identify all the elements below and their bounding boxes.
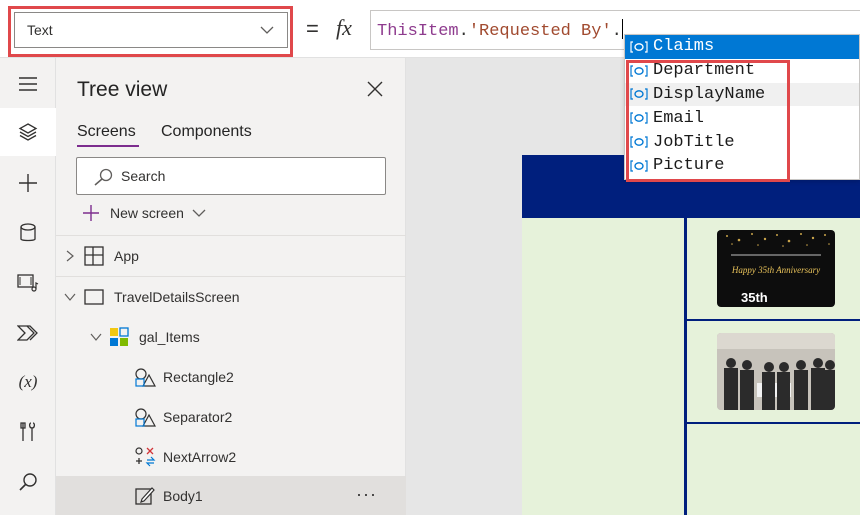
autocomplete-item-displayname[interactable]: DisplayName — [625, 82, 859, 107]
search-icon[interactable] — [0, 458, 56, 506]
gallery-left-area — [522, 218, 684, 515]
tree-node-screen[interactable]: TravelDetailsScreen — [56, 277, 406, 317]
app-icon — [84, 246, 104, 266]
autocomplete-item-picture[interactable]: Picture — [625, 154, 859, 178]
text-label-icon — [135, 487, 155, 505]
shape-icon — [135, 368, 156, 387]
autocomplete-item-email[interactable]: Email — [625, 106, 859, 130]
search-icon — [94, 168, 113, 186]
more-options-button[interactable]: ··· — [356, 484, 377, 505]
power-automate-icon[interactable] — [0, 309, 56, 357]
autocomplete-label: Department — [653, 61, 756, 81]
formula-dot: . — [458, 22, 469, 41]
formula-field: 'Requested By' — [468, 22, 612, 41]
equals-sign: = — [306, 16, 319, 41]
field-icon — [629, 111, 649, 125]
autocomplete-item-department[interactable]: Department — [625, 59, 859, 83]
tree-node-body[interactable]: Body1 ··· — [56, 476, 406, 515]
text-caret — [621, 19, 623, 39]
group-photo-image — [717, 333, 835, 410]
powerapps-studio: Text = fx ThisItem.'Requested By'. Claim… — [0, 0, 860, 515]
search-placeholder: Search — [121, 168, 166, 184]
plus-icon[interactable] — [0, 159, 56, 207]
autocomplete-label: Claims — [653, 37, 715, 57]
screen-icon — [84, 289, 104, 305]
chevron-right-icon — [66, 250, 74, 262]
layers-icon[interactable] — [0, 108, 56, 156]
close-icon[interactable] — [366, 80, 384, 98]
chevron-down-icon — [90, 333, 102, 341]
autocomplete-item-claims[interactable]: Claims — [625, 35, 859, 59]
field-icon — [629, 64, 649, 78]
gallery-row[interactable] — [687, 424, 860, 515]
shape-icon — [135, 408, 156, 427]
new-screen-label: New screen — [110, 205, 184, 221]
gallery-icon — [110, 327, 129, 346]
highlight-box-property — [8, 6, 293, 57]
icon-control-icon — [135, 447, 156, 467]
tree-node-label: Separator2 — [163, 409, 233, 425]
tree-node-label: gal_Items — [139, 329, 200, 345]
active-tab-indicator — [77, 145, 139, 147]
tree-node-nextarrow[interactable]: NextArrow2 — [56, 437, 406, 477]
tree-node-rectangle[interactable]: Rectangle2 — [56, 357, 406, 397]
field-icon — [629, 135, 649, 149]
autocomplete-item-jobtitle[interactable]: JobTitle — [625, 130, 859, 154]
search-input[interactable]: Search — [76, 157, 386, 195]
chevron-down-icon — [192, 209, 206, 217]
autocomplete-label: Email — [653, 108, 705, 128]
tab-components[interactable]: Components — [161, 123, 252, 141]
tab-screens[interactable]: Screens — [77, 123, 136, 141]
tree-node-label: NextArrow2 — [163, 449, 237, 465]
tree-node-label: App — [114, 248, 139, 264]
media-icon[interactable] — [0, 259, 56, 307]
formula-text: ThisItem.'Requested By'. — [377, 19, 623, 41]
formula-keyword: ThisItem — [377, 22, 459, 41]
field-icon — [629, 40, 649, 54]
autocomplete-list: Claims Department DisplayName Email JobT… — [624, 34, 860, 180]
svg-text:Happy 35th Anniversary: Happy 35th Anniversary — [731, 265, 820, 275]
variables-icon[interactable]: (x) — [0, 358, 56, 406]
formula-tail: . — [611, 22, 622, 41]
gallery-image[interactable] — [717, 333, 835, 410]
chevron-down-icon — [64, 293, 76, 301]
panel-title: Tree view — [77, 78, 168, 101]
tree-view-panel: Tree view Screens Components Search New … — [56, 58, 406, 515]
anniversary-image: Happy 35th Anniversary 35th — [726, 233, 830, 305]
tree-node-gallery[interactable]: gal_Items — [56, 317, 406, 357]
tree-node-separator[interactable]: Separator2 — [56, 397, 406, 437]
autocomplete-label: DisplayName — [653, 84, 766, 104]
new-screen-button[interactable]: New screen — [82, 204, 206, 222]
tree-node-label: Rectangle2 — [163, 369, 234, 385]
database-icon[interactable] — [0, 209, 56, 257]
field-icon — [629, 87, 649, 101]
hamburger-icon[interactable] — [0, 60, 56, 108]
tools-icon[interactable] — [0, 408, 56, 456]
tree-node-label: Body1 — [163, 488, 203, 504]
autocomplete-label: JobTitle — [653, 132, 735, 152]
field-icon — [629, 159, 649, 173]
left-rail: (x) — [0, 58, 56, 515]
gallery-image[interactable]: Happy 35th Anniversary 35th — [717, 230, 835, 307]
autocomplete-label: Picture — [653, 156, 725, 176]
tree-node-label: TravelDetailsScreen — [114, 289, 240, 305]
svg-text:35th: 35th — [741, 290, 768, 305]
fx-icon[interactable]: fx — [336, 15, 352, 41]
plus-icon — [83, 205, 99, 221]
tree-node-app[interactable]: App — [56, 236, 406, 276]
